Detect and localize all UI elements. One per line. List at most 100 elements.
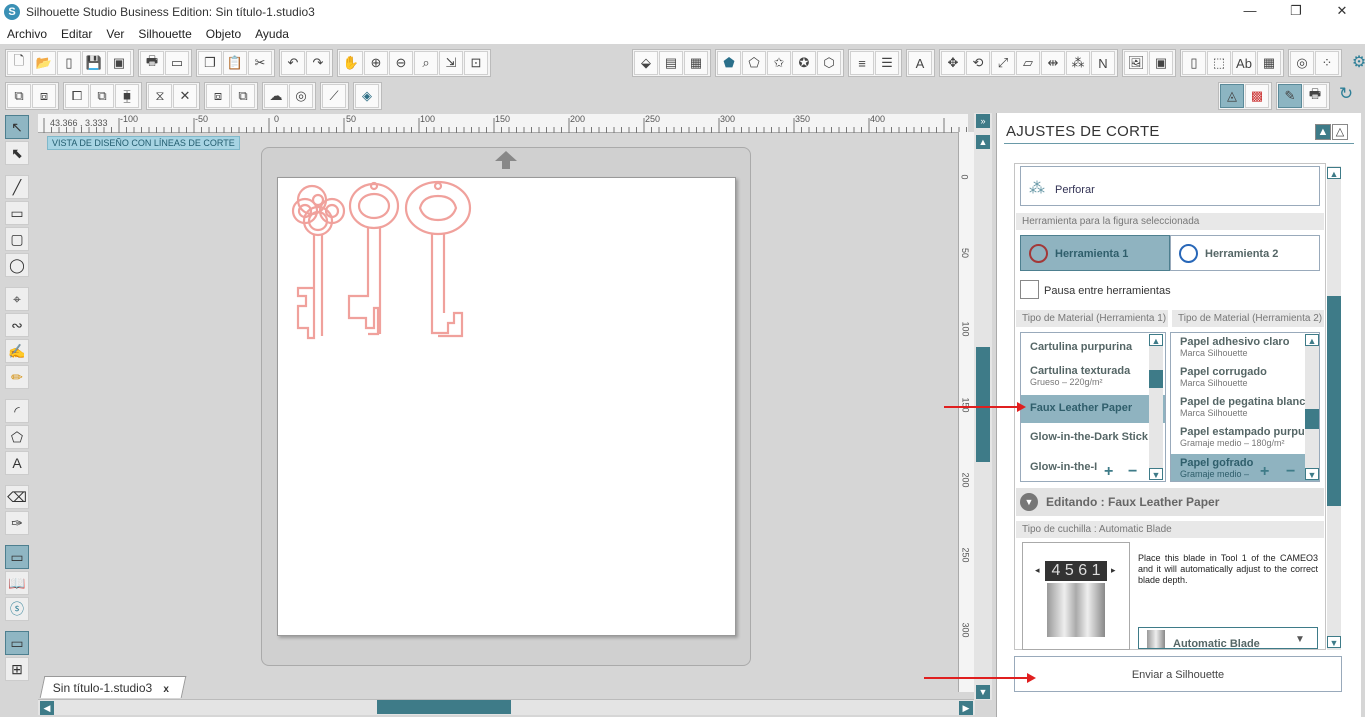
scroll-up-arrow-icon[interactable]: ▲ bbox=[976, 135, 990, 149]
add-material1-icon[interactable]: + bbox=[1104, 463, 1113, 481]
chevron-down-icon[interactable]: ▼ bbox=[1295, 634, 1305, 645]
shape-star-icon[interactable]: ✩ bbox=[767, 51, 791, 75]
editing-header[interactable]: ▼ Editando : Faux Leather Paper bbox=[1016, 488, 1324, 516]
vertical-scroll-thumb[interactable] bbox=[976, 347, 990, 462]
material2-scrollbar[interactable] bbox=[1305, 334, 1319, 480]
line-style-icon[interactable]: ☰ bbox=[875, 51, 899, 75]
material1-scroll-down-icon[interactable]: ▼ bbox=[1149, 468, 1163, 480]
eraser-tool-icon[interactable]: ⌫ bbox=[5, 485, 29, 509]
save-icon[interactable]: 💾 bbox=[82, 51, 106, 75]
line-color-icon[interactable]: ≡ bbox=[850, 51, 874, 75]
list-item-selected[interactable]: Papel gofrado Gramaje medio – bbox=[1171, 454, 1319, 481]
weld-icon[interactable]: ⧖ bbox=[148, 84, 172, 108]
zoom-out-icon[interactable]: ⊖ bbox=[389, 51, 413, 75]
redo-icon[interactable]: ↷ bbox=[306, 51, 330, 75]
library-book-icon[interactable]: 📖 bbox=[5, 571, 29, 595]
scroll-right-arrow-icon[interactable]: ▶ bbox=[959, 701, 973, 715]
replicate-icon[interactable]: ⁂ bbox=[1066, 51, 1090, 75]
keys-design[interactable] bbox=[278, 178, 737, 637]
point-edit-icon[interactable]: ⬉ bbox=[5, 141, 29, 165]
list-item[interactable]: Papel corrugado Marca Silhouette bbox=[1171, 366, 1319, 396]
polygon-tool-icon[interactable]: ⌖ bbox=[5, 287, 29, 311]
menu-ayuda[interactable]: Ayuda bbox=[255, 27, 289, 41]
grid-icon[interactable]: ▦ bbox=[1257, 51, 1281, 75]
cloud-icon[interactable]: ☁ bbox=[264, 84, 288, 108]
undo-icon[interactable]: ↶ bbox=[281, 51, 305, 75]
nest-icon[interactable]: N bbox=[1091, 51, 1115, 75]
tool1-button[interactable]: Herramienta 1 bbox=[1020, 235, 1170, 271]
panel-collapse-icon[interactable]: » bbox=[976, 114, 990, 128]
pixscan-icon[interactable]: ◈ bbox=[355, 84, 379, 108]
fill-icon[interactable]: ⬙ bbox=[634, 51, 658, 75]
shear-icon[interactable]: ▱ bbox=[1016, 51, 1040, 75]
offset-icon[interactable]: ◎ bbox=[1290, 51, 1314, 75]
blade-left-arrow-icon[interactable]: ◂ bbox=[1035, 565, 1040, 576]
registration-icon[interactable]: ⬚ bbox=[1207, 51, 1231, 75]
design-page-icon[interactable]: ▭ bbox=[5, 545, 29, 569]
gradient-icon[interactable]: ▤ bbox=[659, 51, 683, 75]
send-back-icon[interactable]: ⧉ bbox=[90, 84, 114, 108]
fit-page-icon[interactable]: ⊡ bbox=[464, 51, 488, 75]
menu-archivo[interactable]: Archivo bbox=[7, 27, 47, 41]
knife-icon[interactable]: ⟋ bbox=[322, 84, 346, 108]
shape-outline-icon[interactable]: ⬠ bbox=[742, 51, 766, 75]
minimize-button[interactable]: — bbox=[1227, 0, 1273, 24]
shape-star2-icon[interactable]: ✪ bbox=[792, 51, 816, 75]
material1-scroll-up-icon[interactable]: ▲ bbox=[1149, 334, 1163, 346]
scale-icon[interactable]: ⤢ bbox=[991, 51, 1015, 75]
remove-material1-icon[interactable]: − bbox=[1128, 463, 1137, 481]
ungroup-icon[interactable]: ⧈ bbox=[32, 84, 56, 108]
list-item[interactable]: Glow-in-the-Dark Stick bbox=[1021, 431, 1165, 457]
cut-icon[interactable]: ✂ bbox=[248, 51, 272, 75]
rounded-rect-tool-icon[interactable]: ▢ bbox=[5, 227, 29, 251]
list-item[interactable]: Glow-in-the-I bbox=[1021, 461, 1165, 481]
knife-tool-icon[interactable]: ✑ bbox=[5, 511, 29, 535]
panel-scroll-thumb[interactable] bbox=[1327, 296, 1341, 506]
material-list-tool2[interactable]: Papel adhesivo claro Marca Silhouette Pa… bbox=[1170, 332, 1320, 482]
send-cut-icon[interactable]: ▭ bbox=[165, 51, 189, 75]
library-icon[interactable]: ▯ bbox=[57, 51, 81, 75]
page-setup-icon[interactable]: ▯ bbox=[1182, 51, 1206, 75]
new-file-icon[interactable]: 🗋 bbox=[7, 51, 31, 75]
image-icon[interactable]: 🖼 bbox=[1124, 51, 1148, 75]
tab-close-icon[interactable]: x bbox=[163, 679, 169, 701]
select-tool-icon[interactable]: ↖ bbox=[5, 115, 29, 139]
design-view-icon[interactable]: ◬ bbox=[1220, 84, 1244, 108]
curve-tool-icon[interactable]: ∾ bbox=[5, 313, 29, 337]
red-view-icon[interactable]: ▩ bbox=[1245, 84, 1269, 108]
paste-icon[interactable]: 📋 bbox=[223, 51, 247, 75]
send-to-silhouette-button[interactable]: Enviar a Silhouette bbox=[1014, 656, 1342, 692]
cutter-icon[interactable]: 🖶 bbox=[1303, 84, 1327, 108]
sync-icon[interactable]: ↻ bbox=[1334, 82, 1358, 106]
pause-checkbox[interactable] bbox=[1020, 280, 1039, 299]
send-panel-icon[interactable]: ✎ bbox=[1278, 84, 1302, 108]
blade-right-arrow-icon[interactable]: ▸ bbox=[1111, 565, 1116, 576]
delete-icon[interactable]: ✕ bbox=[173, 84, 197, 108]
settings-gear-icon[interactable]: ⚙ bbox=[1346, 49, 1365, 75]
points-icon[interactable]: ⁘ bbox=[1315, 51, 1339, 75]
remove-material2-icon[interactable]: − bbox=[1286, 463, 1295, 481]
menu-silhouette[interactable]: Silhouette bbox=[138, 27, 191, 41]
menu-objeto[interactable]: Objeto bbox=[206, 27, 241, 41]
document-tab[interactable]: Sin título-1.studio3 x bbox=[39, 676, 187, 701]
list-item[interactable]: Papel de pegatina blanc Marca Silhouette bbox=[1171, 396, 1319, 426]
font-icon[interactable]: Ab bbox=[1232, 51, 1256, 75]
add-material2-icon[interactable]: + bbox=[1260, 463, 1269, 481]
transform-icon[interactable]: ✥ bbox=[941, 51, 965, 75]
layout-split-icon[interactable]: ⊞ bbox=[5, 657, 29, 681]
mirror-icon[interactable]: ⇹ bbox=[1041, 51, 1065, 75]
material-list-tool1[interactable]: Cartulina purpurina Cartulina texturada … bbox=[1020, 332, 1166, 482]
tool2-button[interactable]: Herramienta 2 bbox=[1170, 235, 1320, 271]
menu-editar[interactable]: Editar bbox=[61, 27, 92, 41]
offset-ring-icon[interactable]: ◎ bbox=[289, 84, 313, 108]
list-item[interactable]: Papel adhesivo claro Marca Silhouette bbox=[1171, 336, 1319, 366]
ellipse-tool-icon[interactable]: ◯ bbox=[5, 253, 29, 277]
duplicate-right-icon[interactable]: ⧉ bbox=[231, 84, 255, 108]
zoom-drag-icon[interactable]: ⇲ bbox=[439, 51, 463, 75]
open-file-icon[interactable]: 📂 bbox=[32, 51, 56, 75]
scroll-down-arrow-icon[interactable]: ▼ bbox=[976, 685, 990, 699]
save-library-icon[interactable]: ▣ bbox=[107, 51, 131, 75]
horizontal-scroll-thumb[interactable] bbox=[377, 700, 511, 714]
list-item-selected[interactable]: Faux Leather Paper bbox=[1021, 395, 1165, 423]
list-item[interactable]: Papel estampado purpu Gramaje medio – 18… bbox=[1171, 426, 1319, 456]
